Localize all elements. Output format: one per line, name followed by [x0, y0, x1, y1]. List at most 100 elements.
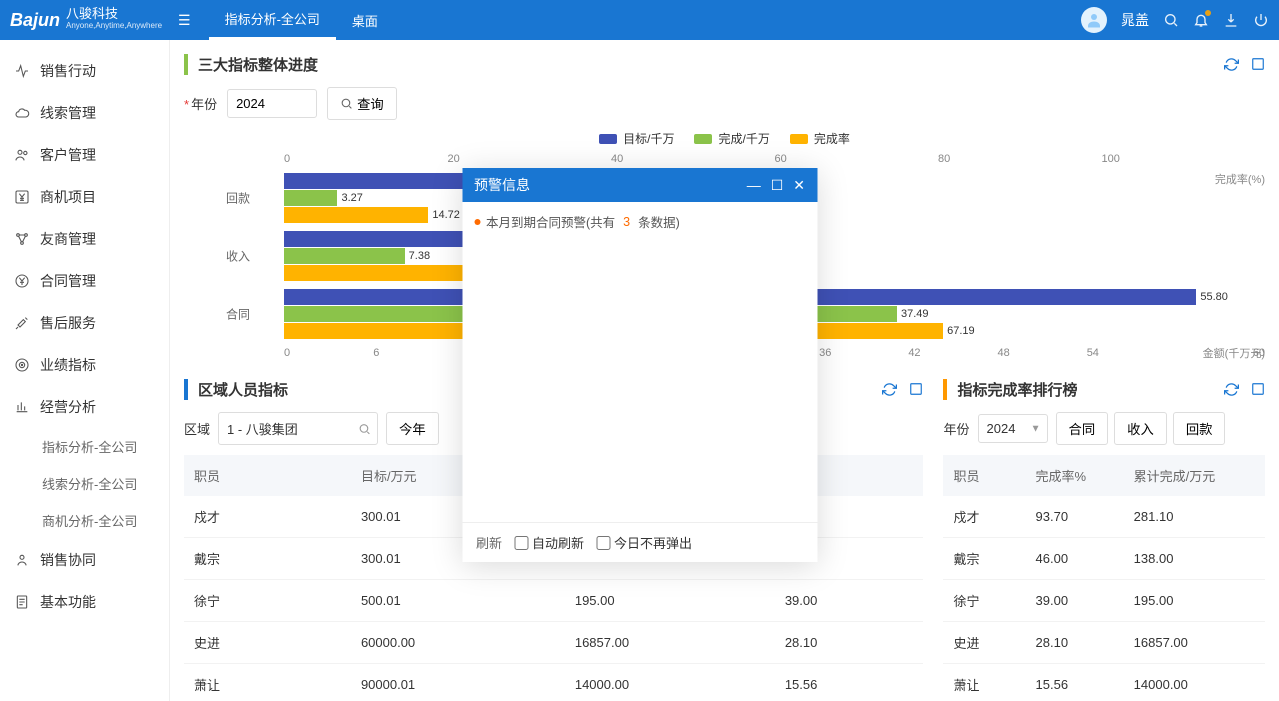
auto-refresh-label: 自动刷新 [532, 533, 584, 552]
sidebar-item[interactable]: 线索管理 [0, 92, 169, 134]
table-row[interactable]: 徐宁500.01195.0039.00 [184, 580, 923, 622]
sidebar-subitem[interactable]: 商机分析-全公司 [0, 502, 169, 539]
panel-ranking: 指标完成率排行榜 年份 2024 ▼ 合同收入回款 职员完成率%累计完成/万元 [943, 379, 1265, 701]
axis-tick: 100 [1102, 153, 1266, 165]
refresh-icon[interactable] [882, 382, 897, 397]
table-cell: 39.00 [1026, 580, 1124, 622]
table-header: 完成率% [1026, 455, 1124, 496]
rank-table: 职员完成率%累计完成/万元 戍才93.70281.10戴宗46.00138.00… [943, 455, 1265, 701]
username[interactable]: 晁盖 [1121, 10, 1149, 30]
table-row[interactable]: 史进28.1016857.00 [943, 622, 1265, 664]
person-icon [14, 552, 30, 568]
sidebar-item[interactable]: 友商管理 [0, 218, 169, 260]
table-cell: 戴宗 [943, 538, 1025, 580]
topbar-tab[interactable]: 桌面 [336, 0, 394, 40]
table-cell: 195.00 [565, 580, 775, 622]
table-header: 职员 [943, 455, 1025, 496]
axis-tick: 0 [284, 153, 448, 165]
refresh-icon[interactable] [1224, 382, 1239, 397]
table-cell: 28.10 [775, 622, 924, 664]
legend-item[interactable]: 完成率 [790, 130, 850, 147]
table-cell: 93.70 [1026, 496, 1124, 538]
refresh-link[interactable]: 刷新 [476, 533, 502, 552]
modal-footer: 刷新 自动刷新 今日不再弹出 [462, 522, 817, 562]
bar-value: 3.27 [341, 192, 362, 204]
axis-tick: 48 [998, 347, 1087, 359]
sidebar-item[interactable]: 合同管理 [0, 260, 169, 302]
year-input[interactable] [227, 89, 317, 118]
topbar-tab[interactable]: 指标分析-全公司 [209, 0, 336, 40]
chevron-down-icon: ▼ [1031, 423, 1041, 434]
rank-tab[interactable]: 回款 [1173, 412, 1226, 445]
region-label: 区域 [184, 419, 210, 438]
legend-item[interactable]: 完成/千万 [694, 130, 769, 147]
minimize-icon[interactable]: — [747, 177, 761, 194]
sidebar-item[interactable]: 商机项目 [0, 176, 169, 218]
axis-top: 020406080100 [284, 153, 1265, 165]
table-row[interactable]: 徐宁39.00195.00 [943, 580, 1265, 622]
period-btn-label: 今年 [399, 419, 426, 438]
doc-icon [14, 594, 30, 610]
expand-icon[interactable] [1251, 382, 1265, 397]
expand-icon[interactable] [1251, 57, 1265, 72]
bar-group-label: 收入 [226, 248, 250, 265]
bar-value: 67.19 [947, 325, 975, 337]
no-popup-label: 今日不再弹出 [614, 533, 692, 552]
sidebar-item[interactable]: 经营分析 [0, 386, 169, 428]
avatar[interactable] [1081, 7, 1107, 33]
rank-tab[interactable]: 合同 [1056, 412, 1109, 445]
rank-tab[interactable]: 收入 [1114, 412, 1167, 445]
sidebar-subitem[interactable]: 线索分析-全公司 [0, 465, 169, 502]
yen-icon [14, 189, 30, 205]
modal-header[interactable]: 预警信息 — ☐ ✕ [462, 168, 817, 202]
table-cell: 史进 [943, 622, 1025, 664]
sidebar-item-label: 售后服务 [40, 313, 96, 333]
search-icon[interactable] [1163, 12, 1179, 28]
rank-year-select[interactable]: 2024 ▼ [978, 414, 1048, 443]
axis-tick: 36 [819, 347, 908, 359]
table-row[interactable]: 萧让90000.0114000.0015.56 [184, 664, 923, 701]
sidebar-item[interactable]: 业绩指标 [0, 344, 169, 386]
table-row[interactable]: 萧让15.5614000.00 [943, 664, 1265, 701]
maximize-icon[interactable]: ☐ [771, 177, 784, 194]
expand-icon[interactable] [909, 382, 923, 397]
table-row[interactable]: 戴宗46.00138.00 [943, 538, 1265, 580]
period-button[interactable]: 今年 [386, 412, 439, 445]
table-row[interactable]: 史进60000.0016857.0028.10 [184, 622, 923, 664]
alert-item[interactable]: 本月到期合同预警(共有 3 条数据) [474, 212, 805, 231]
power-icon[interactable] [1253, 12, 1269, 28]
sidebar-item[interactable]: 售后服务 [0, 302, 169, 344]
sidebar-item[interactable]: 销售行动 [0, 50, 169, 92]
region-value: 1 - 八骏集团 [227, 422, 298, 437]
download-icon[interactable] [1223, 12, 1239, 28]
cloud-icon [14, 105, 30, 121]
table-row[interactable]: 戍才93.70281.10 [943, 496, 1265, 538]
table-cell: 戴宗 [184, 538, 351, 580]
close-icon[interactable]: ✕ [793, 177, 805, 194]
table-cell: 14000.00 [565, 664, 775, 701]
search-icon[interactable] [358, 422, 371, 435]
bar-value: 7.38 [409, 250, 430, 262]
region-select[interactable]: 1 - 八骏集团 [218, 412, 378, 445]
sidebar-subitem[interactable]: 指标分析-全公司 [0, 428, 169, 465]
target-icon [14, 357, 30, 373]
topbar-tabs: 指标分析-全公司桌面 [209, 0, 1081, 40]
auto-refresh-checkbox[interactable]: 自动刷新 [514, 533, 584, 552]
sidebar-item[interactable]: 客户管理 [0, 134, 169, 176]
bar-value: 14.72 [432, 209, 460, 221]
sidebar-item[interactable]: 销售协同 [0, 539, 169, 581]
axis-tick: 80 [938, 153, 1102, 165]
no-popup-checkbox[interactable]: 今日不再弹出 [596, 533, 692, 552]
menu-toggle-icon[interactable]: ☰ [170, 6, 199, 35]
sidebar-item-label: 客户管理 [40, 145, 96, 165]
sidebar-item-label: 销售协同 [40, 550, 96, 570]
analytics-icon [14, 399, 30, 415]
legend-item[interactable]: 目标/千万 [599, 130, 674, 147]
query-button[interactable]: 查询 [327, 87, 397, 120]
sidebar-item[interactable]: 基本功能 [0, 581, 169, 623]
bell-icon[interactable] [1193, 12, 1209, 28]
sidebar-item-label: 基本功能 [40, 592, 96, 612]
table-cell: 萧让 [943, 664, 1025, 701]
sidebar-item-label: 经营分析 [40, 397, 96, 417]
refresh-icon[interactable] [1224, 57, 1239, 72]
